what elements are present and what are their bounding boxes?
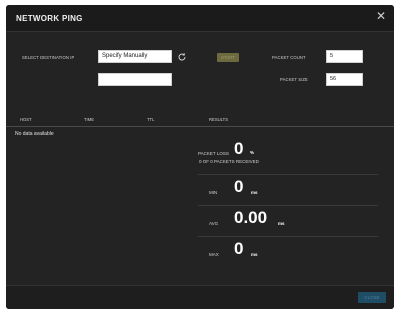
packet-count-input[interactable]: 5 xyxy=(326,50,363,63)
col-header-ttl: TTL xyxy=(147,117,155,122)
empty-table-text: No data available xyxy=(15,131,54,137)
min-value: 0 xyxy=(234,177,244,196)
destination-label: SELECT DESTINATION IP xyxy=(22,55,75,60)
avg-unit: ms xyxy=(278,221,285,226)
stat-divider xyxy=(198,205,378,206)
close-icon[interactable]: ✕ xyxy=(374,9,388,23)
avg-label: AVG xyxy=(209,221,219,226)
start-button[interactable]: START xyxy=(217,53,239,62)
packet-loss-label: PACKET LOSS xyxy=(198,151,229,156)
stat-divider xyxy=(198,236,378,237)
packet-loss-value: 0 xyxy=(234,139,244,158)
table-header-divider xyxy=(6,126,394,127)
close-button[interactable]: CLOSE xyxy=(358,292,386,303)
max-label: MAX xyxy=(209,252,219,257)
dialog-title: NETWORK PING xyxy=(16,14,83,23)
packet-count-label: PACKET COUNT xyxy=(272,55,306,60)
refresh-icon[interactable] xyxy=(177,52,187,62)
dialog-titlebar: NETWORK PING ✕ xyxy=(6,5,394,32)
max-value: 0 xyxy=(234,239,244,258)
avg-value: 0.00 xyxy=(234,208,268,227)
destination-select[interactable]: Specify Manually xyxy=(98,50,172,63)
packets-received-text: 0 OF 0 PACKETS RECEIVED xyxy=(199,159,259,164)
network-ping-dialog: NETWORK PING ✕ SELECT DESTINATION IP Spe… xyxy=(6,5,394,309)
col-header-time: TIME xyxy=(84,117,95,122)
packet-size-label: PACKET SIZE xyxy=(280,77,308,82)
min-unit: ms xyxy=(251,190,258,195)
results-header: RESULTS xyxy=(209,117,229,122)
packet-size-input[interactable]: 56 xyxy=(326,73,363,86)
destination-ip-input[interactable] xyxy=(98,73,172,86)
max-unit: ms xyxy=(251,252,258,257)
col-header-host: HOST xyxy=(20,117,32,122)
min-label: MIN xyxy=(209,190,218,195)
dialog-footer: CLOSE xyxy=(6,285,394,309)
packet-loss-unit: % xyxy=(250,150,255,155)
stat-divider xyxy=(198,174,378,175)
